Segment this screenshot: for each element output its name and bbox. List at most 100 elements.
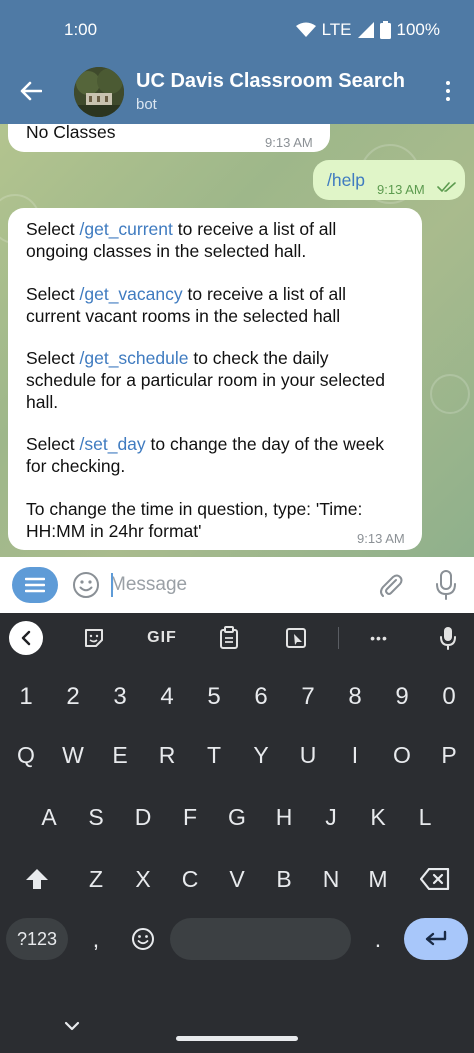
more-button[interactable]: ••• bbox=[362, 623, 396, 653]
enter-key[interactable] bbox=[404, 918, 468, 960]
microphone-icon bbox=[440, 627, 456, 650]
clipboard-button[interactable] bbox=[215, 623, 243, 653]
key-r[interactable]: R bbox=[145, 733, 189, 777]
status-indicators: LTE 100% bbox=[295, 20, 440, 40]
key-q[interactable]: Q bbox=[4, 733, 48, 777]
command-link[interactable]: /get_current bbox=[80, 219, 173, 239]
back-button[interactable] bbox=[14, 74, 48, 108]
symbols-key[interactable]: ?123 bbox=[6, 918, 68, 960]
backspace-icon bbox=[420, 868, 450, 890]
key-o[interactable]: O bbox=[380, 733, 424, 777]
building-photo-icon bbox=[74, 67, 124, 117]
key-4[interactable]: 4 bbox=[145, 675, 189, 719]
key-h[interactable]: H bbox=[262, 795, 306, 839]
key-f[interactable]: F bbox=[168, 795, 212, 839]
sticker-button[interactable] bbox=[80, 623, 108, 653]
command-link[interactable]: /get_vacancy bbox=[80, 284, 183, 304]
emoji-icon bbox=[73, 572, 99, 598]
bot-menu-button[interactable] bbox=[12, 567, 58, 603]
help-paragraph: Select /get_vacancy to receive a list of… bbox=[26, 284, 347, 326]
message-text: No Classes bbox=[26, 124, 116, 142]
key-comma[interactable]: , bbox=[74, 918, 118, 960]
signal-icon bbox=[357, 22, 374, 38]
key-c[interactable]: C bbox=[168, 857, 212, 901]
message-bubble-incoming[interactable]: Select /get_current to receive a list of… bbox=[8, 208, 422, 550]
emoji-button[interactable] bbox=[72, 571, 100, 604]
wifi-icon bbox=[295, 22, 316, 37]
key-l[interactable]: L bbox=[403, 795, 447, 839]
emoji-key[interactable] bbox=[121, 918, 165, 960]
message-input[interactable] bbox=[110, 569, 360, 601]
translate-button[interactable] bbox=[282, 623, 310, 653]
more-options-button[interactable] bbox=[436, 76, 460, 106]
key-z[interactable]: Z bbox=[74, 857, 118, 901]
screen-select-icon bbox=[286, 628, 306, 648]
enter-icon bbox=[425, 930, 447, 946]
onscreen-keyboard: 1 2 3 4 5 6 7 8 9 0 Q W E R T Y U I O P … bbox=[0, 663, 474, 1053]
gesture-nav-handle[interactable] bbox=[176, 1036, 298, 1041]
key-i[interactable]: I bbox=[333, 733, 377, 777]
clipboard-icon bbox=[220, 626, 238, 649]
backspace-key[interactable] bbox=[412, 857, 458, 901]
chat-title[interactable]: UC Davis Classroom Search bbox=[136, 70, 405, 93]
key-7[interactable]: 7 bbox=[286, 675, 330, 719]
key-v[interactable]: V bbox=[215, 857, 259, 901]
chat-messages[interactable]: No Classes 9:13 AM /help 9:13 AM Select … bbox=[0, 124, 474, 557]
sticker-icon bbox=[85, 629, 103, 647]
key-2[interactable]: 2 bbox=[51, 675, 95, 719]
key-t[interactable]: T bbox=[192, 733, 236, 777]
paperclip-icon bbox=[380, 574, 403, 597]
key-9[interactable]: 9 bbox=[380, 675, 424, 719]
voice-typing-button[interactable] bbox=[436, 623, 460, 653]
key-s[interactable]: S bbox=[74, 795, 118, 839]
key-u[interactable]: U bbox=[286, 733, 330, 777]
key-p[interactable]: P bbox=[427, 733, 471, 777]
gif-button[interactable]: GIF bbox=[140, 623, 184, 653]
battery-level: 100% bbox=[396, 20, 440, 39]
key-y[interactable]: Y bbox=[239, 733, 283, 777]
key-3[interactable]: 3 bbox=[98, 675, 142, 719]
key-a[interactable]: A bbox=[27, 795, 71, 839]
key-j[interactable]: J bbox=[309, 795, 353, 839]
message-time: 9:13 AM bbox=[377, 182, 425, 197]
wallpaper-doodle bbox=[430, 374, 470, 414]
emoji-icon bbox=[132, 928, 154, 950]
key-5[interactable]: 5 bbox=[192, 675, 236, 719]
space-key[interactable] bbox=[170, 918, 351, 960]
message-text: /help bbox=[327, 170, 365, 190]
chat-header: UC Davis Classroom Search bot bbox=[0, 58, 474, 124]
key-m[interactable]: M bbox=[356, 857, 400, 901]
keyboard-collapse-button[interactable] bbox=[9, 621, 43, 655]
message-bubble-incoming[interactable]: No Classes 9:13 AM bbox=[8, 124, 330, 152]
attach-button[interactable] bbox=[376, 571, 404, 604]
key-period[interactable]: . bbox=[356, 918, 400, 960]
toolbar-divider bbox=[338, 627, 339, 649]
shift-icon bbox=[26, 869, 48, 889]
key-x[interactable]: X bbox=[121, 857, 165, 901]
arrow-back-icon bbox=[20, 81, 42, 101]
network-label: LTE bbox=[321, 20, 352, 39]
key-6[interactable]: 6 bbox=[239, 675, 283, 719]
command-link[interactable]: /set_day bbox=[80, 434, 146, 454]
message-bubble-outgoing[interactable]: /help 9:13 AM bbox=[313, 160, 465, 200]
key-e[interactable]: E bbox=[98, 733, 142, 777]
key-1[interactable]: 1 bbox=[4, 675, 48, 719]
key-0[interactable]: 0 bbox=[427, 675, 471, 719]
key-8[interactable]: 8 bbox=[333, 675, 377, 719]
hide-keyboard-button[interactable] bbox=[60, 1014, 84, 1038]
key-d[interactable]: D bbox=[121, 795, 165, 839]
key-w[interactable]: W bbox=[51, 733, 95, 777]
key-g[interactable]: G bbox=[215, 795, 259, 839]
message-composer bbox=[0, 557, 474, 613]
key-n[interactable]: N bbox=[309, 857, 353, 901]
shift-key[interactable] bbox=[14, 857, 60, 901]
voice-record-button[interactable] bbox=[434, 569, 458, 606]
text-cursor bbox=[111, 573, 113, 597]
chevron-down-icon bbox=[64, 1021, 80, 1031]
keyboard-toolbar: GIF ••• bbox=[0, 613, 474, 663]
key-b[interactable]: B bbox=[262, 857, 306, 901]
key-k[interactable]: K bbox=[356, 795, 400, 839]
bot-avatar[interactable] bbox=[74, 67, 124, 117]
command-link[interactable]: /get_schedule bbox=[80, 348, 189, 368]
chat-subtitle: bot bbox=[136, 96, 157, 113]
